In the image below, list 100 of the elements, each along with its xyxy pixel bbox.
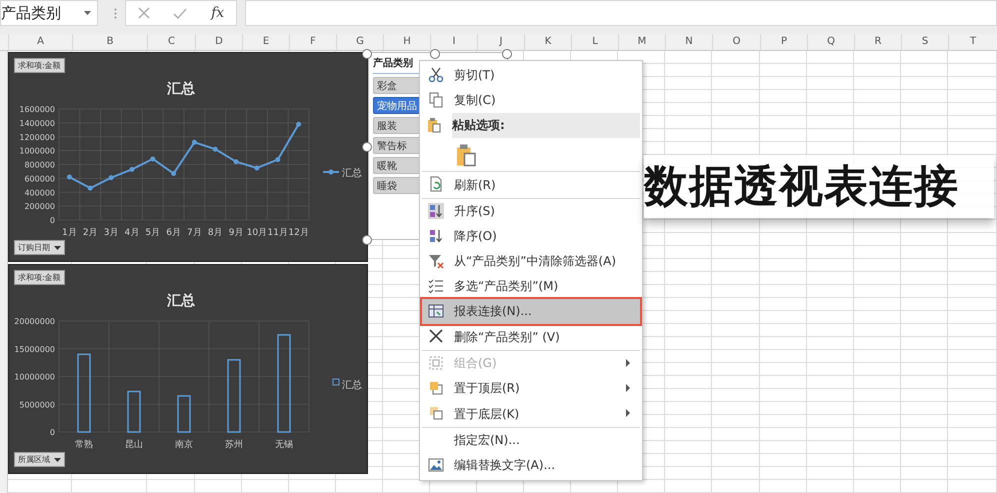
menu-item[interactable]: 报表连接(N)... <box>422 299 640 324</box>
column-header[interactable]: E <box>242 34 289 50</box>
submenu-arrow-icon <box>626 359 630 367</box>
axis-label: 800000 <box>24 160 55 170</box>
send-to-back-icon <box>428 405 444 421</box>
column-header[interactable]: S <box>901 34 948 50</box>
field-button[interactable]: 求和项:金额 <box>14 270 65 285</box>
column-header[interactable]: L <box>571 34 618 50</box>
axis-label: 2月 <box>82 228 98 238</box>
axis-label: 15000000 <box>14 344 55 354</box>
delete-icon <box>428 328 444 344</box>
menu-item[interactable]: 编辑替换文字(A)... <box>422 453 640 478</box>
column-header[interactable]: K <box>524 34 571 50</box>
axis-label: 常熟 <box>75 440 93 450</box>
axis-label: 200000 <box>24 202 55 212</box>
column-header[interactable]: Q <box>807 34 854 50</box>
grip-icon <box>114 8 117 19</box>
cancel-icon[interactable] <box>138 7 150 19</box>
menu-item[interactable]: 复制(C) <box>422 88 640 113</box>
legend-marker <box>323 170 339 174</box>
axis-label: 10月 <box>246 228 268 238</box>
axis-label: 9月 <box>228 228 244 238</box>
axis-label: 3月 <box>104 228 118 238</box>
axis-label: 12月 <box>288 228 309 238</box>
bring-to-front-icon <box>428 380 444 396</box>
refresh-icon <box>428 176 444 192</box>
data-point <box>171 171 176 176</box>
bar <box>127 390 141 433</box>
axis-label: 昆山 <box>125 440 143 450</box>
column-header[interactable]: T <box>948 34 997 50</box>
chart-title: 汇总 <box>167 293 195 309</box>
data-point <box>296 122 302 127</box>
axis-label: 0 <box>50 428 55 437</box>
formula-input[interactable] <box>245 0 997 26</box>
data-point <box>88 186 93 191</box>
data-point <box>275 157 280 162</box>
field-dropdown[interactable]: 所属区域 <box>14 452 65 467</box>
menu-item[interactable]: 多选“产品类别”(M) <box>422 274 640 299</box>
menu-item[interactable]: 删除“产品类别” (V) <box>422 324 640 351</box>
menu-item[interactable]: 置于顶层(R) <box>422 376 640 401</box>
column-header[interactable]: H <box>383 34 430 50</box>
menu-item[interactable]: 置于底层(K) <box>422 401 640 428</box>
chart-panel[interactable]: 求和项:金额 所属区域 汇总 0 5000000 10000000 15000000 20000000 常熟 昆山 南京 苏州 无锡 汇总 <box>8 264 368 474</box>
chart-title: 汇总 <box>167 81 195 97</box>
menu-item[interactable]: 降序(O) <box>422 224 640 249</box>
axis-label: 11月 <box>268 228 288 238</box>
field-dropdown[interactable]: 订购日期 <box>14 240 65 255</box>
data-point <box>150 156 156 162</box>
column-header[interactable]: O <box>712 34 760 50</box>
caret-icon <box>84 11 91 15</box>
column-header[interactable]: M <box>618 34 665 50</box>
column-header[interactable]: D <box>195 34 242 50</box>
column-header[interactable]: R <box>854 34 901 50</box>
video-caption: 数据透视表连接 <box>644 155 994 218</box>
axis-label: 5月 <box>145 228 160 238</box>
axis-label: 1400000 <box>19 118 55 128</box>
table-link-icon <box>428 303 444 319</box>
data-point <box>234 159 239 164</box>
data-point <box>108 175 114 180</box>
column-header[interactable]: B <box>72 34 147 50</box>
submenu-arrow-icon <box>626 384 630 392</box>
sort-ascending-icon <box>428 203 444 219</box>
menu-item[interactable]: 刷新(R) <box>422 172 640 199</box>
axis-label: 600000 <box>24 174 55 184</box>
chart-panel[interactable]: 求和项:金额 订购日期 汇总 0 200000 400000 600000 800000 1000000 1200000 1400000 1600000 1月 2月 3月 4月 5月 6月 7月 8月 9月 10月 11月 12月 汇总 <box>8 52 368 262</box>
check-icon[interactable] <box>173 8 188 18</box>
data-point <box>66 174 72 180</box>
image-icon <box>428 457 444 473</box>
checklist-icon <box>428 278 444 294</box>
axis-label: 1月 <box>62 228 77 238</box>
axis-label: 4月 <box>124 228 140 238</box>
axis-label: 0 <box>50 216 55 225</box>
column-header[interactable]: P <box>760 34 807 50</box>
copy-icon <box>428 92 444 108</box>
axis-label: 8月 <box>208 228 223 238</box>
column-header[interactable]: C <box>147 34 195 50</box>
data-point <box>129 166 134 172</box>
clear-filter-icon <box>428 253 444 269</box>
data-point <box>254 165 260 170</box>
legend-marker <box>332 378 340 386</box>
name-box[interactable]: 产品类别 <box>0 0 98 26</box>
bar <box>177 395 191 433</box>
column-header[interactable]: A <box>8 34 72 50</box>
axis-label: 6月 <box>166 228 181 238</box>
axis-label: 10000000 <box>14 372 55 382</box>
axis-label: 无锡 <box>275 440 293 450</box>
menu-item[interactable]: 指定宏(N)... <box>422 428 640 453</box>
paste-button[interactable] <box>454 142 478 168</box>
clipboard-icon <box>426 117 442 133</box>
menu-item[interactable]: 从“产品类别”中清除筛选器(A) <box>422 249 640 274</box>
submenu-arrow-icon <box>626 409 630 417</box>
menu-item[interactable]: 升序(S) <box>422 199 640 224</box>
scissors-icon <box>428 67 444 83</box>
field-button[interactable]: 求和项:金额 <box>14 58 65 73</box>
caret-icon <box>54 246 61 250</box>
insert-function-button[interactable]: fx <box>211 5 224 21</box>
column-header[interactable]: N <box>665 34 712 50</box>
column-header[interactable]: F <box>289 34 336 50</box>
axis-label: 20000000 <box>14 317 55 326</box>
axis-label: 7月 <box>187 228 202 238</box>
